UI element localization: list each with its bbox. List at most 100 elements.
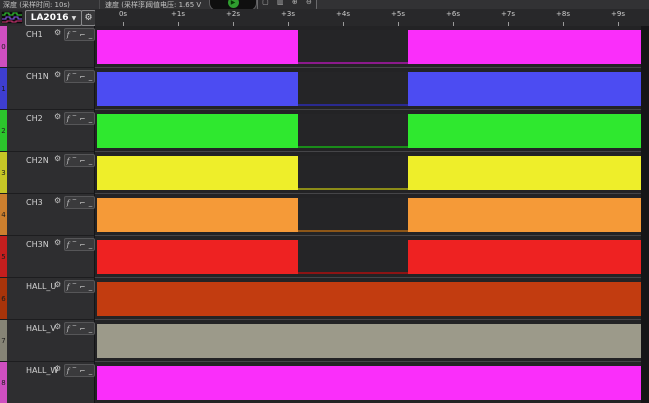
channel-settings-icon[interactable]: ⚙ bbox=[54, 364, 61, 373]
low-level-trigger-icon[interactable]: _ bbox=[89, 156, 93, 166]
channel-row-HALL_W[interactable]: 8HALL_W⚙f‾⌐_ bbox=[0, 362, 95, 403]
channel-settings-icon[interactable]: ⚙ bbox=[54, 322, 61, 331]
channel-row-HALL_U[interactable]: 6HALL_U⚙f‾⌐_ bbox=[0, 278, 95, 320]
channel-color-strip: 3 bbox=[0, 152, 7, 193]
low-level-trigger-icon[interactable]: _ bbox=[89, 114, 93, 124]
signal-high-segment bbox=[97, 240, 298, 274]
high-level-trigger-icon[interactable]: ‾ bbox=[73, 324, 77, 334]
high-level-trigger-icon[interactable]: ‾ bbox=[73, 366, 77, 376]
channel-color-strip: 6 bbox=[0, 278, 7, 319]
low-level-trigger-icon[interactable]: _ bbox=[89, 30, 93, 40]
edge-trigger-icon[interactable]: ⌐ bbox=[80, 198, 86, 208]
measure-icon[interactable]: f bbox=[67, 324, 70, 334]
tick-label: +2s bbox=[226, 10, 240, 18]
channel-color-strip: 2 bbox=[0, 110, 7, 151]
waveform-track[interactable] bbox=[97, 156, 641, 190]
channel-settings-icon[interactable]: ⚙ bbox=[54, 70, 61, 79]
tick-label: +9s bbox=[611, 10, 625, 18]
channel-row-CH2N[interactable]: 3CH2N⚙f‾⌐_ bbox=[0, 152, 95, 194]
edge-trigger-icon[interactable]: ⌐ bbox=[80, 282, 86, 292]
chevron-down-icon: ▼ bbox=[72, 15, 77, 22]
tick-label: +3s bbox=[281, 10, 295, 18]
signal-high-segment bbox=[97, 366, 641, 400]
channel-trigger-group: f‾⌐_ bbox=[64, 112, 95, 125]
channel-row-CH1N[interactable]: 1CH1N⚙f‾⌐_ bbox=[0, 68, 95, 110]
device-name: LA2016 bbox=[31, 13, 69, 23]
high-level-trigger-icon[interactable]: ‾ bbox=[73, 30, 77, 40]
low-level-trigger-icon[interactable]: _ bbox=[89, 366, 93, 376]
channel-trigger-group: f‾⌐_ bbox=[64, 238, 95, 251]
signal-high-segment bbox=[408, 156, 641, 190]
edge-trigger-icon[interactable]: ⌐ bbox=[80, 366, 86, 376]
measure-icon[interactable]: f bbox=[67, 114, 70, 124]
channel-settings-icon[interactable]: ⚙ bbox=[54, 28, 61, 37]
measure-icon[interactable]: f bbox=[67, 282, 70, 292]
signal-high-segment bbox=[408, 114, 641, 148]
channel-number: 5 bbox=[1, 253, 5, 261]
waveform-track[interactable] bbox=[97, 30, 641, 64]
measure-icon[interactable]: f bbox=[67, 198, 70, 208]
channel-row-CH2[interactable]: 2CH2⚙f‾⌐_ bbox=[0, 110, 95, 152]
waveform-row-HALL_W bbox=[95, 362, 649, 403]
signal-high-segment bbox=[408, 72, 641, 106]
high-level-trigger-icon[interactable]: ‾ bbox=[73, 72, 77, 82]
signal-high-segment bbox=[97, 30, 298, 64]
measure-icon[interactable]: f bbox=[67, 366, 70, 376]
channel-number: 0 bbox=[1, 43, 5, 51]
device-settings-button[interactable]: ⚙ bbox=[81, 10, 96, 26]
low-level-trigger-icon[interactable]: _ bbox=[89, 72, 93, 82]
edge-trigger-icon[interactable]: ⌐ bbox=[80, 324, 86, 334]
channel-row-CH3[interactable]: 4 CH3 ⚙ f‾⌐_ bbox=[0, 194, 95, 236]
channel-settings-icon[interactable]: ⚙ bbox=[54, 112, 61, 121]
timeline-ruler[interactable]: 0s+1s+2s+3s+4s+5s+6s+7s+8s+9s bbox=[95, 9, 649, 26]
high-level-trigger-icon[interactable]: ‾ bbox=[73, 198, 77, 208]
tick-label: +4s bbox=[336, 10, 350, 18]
measure-icon[interactable]: f bbox=[67, 240, 70, 250]
channel-settings-icon[interactable]: ⚙ bbox=[54, 196, 61, 205]
edge-trigger-icon[interactable]: ⌐ bbox=[80, 72, 86, 82]
app-logo-icon bbox=[1, 11, 23, 24]
edge-trigger-icon[interactable]: ⌐ bbox=[80, 30, 86, 40]
waveform-track[interactable] bbox=[97, 240, 641, 274]
channel-row-CH3N[interactable]: 5CH3N⚙f‾⌐_ bbox=[0, 236, 95, 278]
device-bar: LA2016 ▼ ⚙ bbox=[0, 9, 96, 26]
waveform-track[interactable] bbox=[97, 72, 641, 106]
edge-trigger-icon[interactable]: ⌐ bbox=[80, 240, 86, 250]
channel-label: HALL_V bbox=[26, 324, 56, 333]
high-level-trigger-icon[interactable]: ‾ bbox=[73, 282, 77, 292]
waveform-track[interactable] bbox=[97, 282, 641, 316]
channel-label: CH3 bbox=[26, 198, 43, 207]
channel-color-strip: 1 bbox=[0, 68, 7, 109]
waveform-track[interactable] bbox=[97, 198, 641, 232]
tick-label: +8s bbox=[556, 10, 570, 18]
waveform-track[interactable] bbox=[97, 366, 641, 400]
high-level-trigger-icon[interactable]: ‾ bbox=[73, 156, 77, 166]
channel-row-CH1[interactable]: 0CH1⚙f‾⌐_ bbox=[0, 26, 95, 68]
channel-settings-icon[interactable]: ⚙ bbox=[54, 280, 61, 289]
waveform-row-HALL_U bbox=[95, 278, 649, 320]
channel-trigger-group: f‾⌐_ bbox=[64, 70, 95, 83]
low-level-trigger-icon[interactable]: _ bbox=[89, 282, 93, 292]
low-level-trigger-icon[interactable]: _ bbox=[89, 324, 93, 334]
signal-low-line bbox=[298, 230, 408, 232]
channel-color-strip: 4 bbox=[0, 194, 7, 235]
edge-trigger-icon[interactable]: ⌐ bbox=[80, 156, 86, 166]
measure-icon[interactable]: f bbox=[67, 72, 70, 82]
low-level-trigger-icon[interactable]: _ bbox=[89, 198, 93, 208]
signal-low-line bbox=[298, 104, 408, 106]
channel-row-HALL_V[interactable]: 7HALL_V⚙f‾⌐_ bbox=[0, 320, 95, 362]
edge-trigger-icon[interactable]: ⌐ bbox=[80, 114, 86, 124]
channel-settings-icon[interactable]: ⚙ bbox=[54, 238, 61, 247]
high-level-trigger-icon[interactable]: ‾ bbox=[73, 240, 77, 250]
waveform-track[interactable] bbox=[97, 114, 641, 148]
signal-high-segment bbox=[97, 156, 298, 190]
waveform-track[interactable] bbox=[97, 324, 641, 358]
channel-number: 8 bbox=[1, 379, 5, 387]
device-selector-dropdown[interactable]: LA2016 ▼ bbox=[25, 10, 82, 26]
channel-settings-icon[interactable]: ⚙ bbox=[54, 154, 61, 163]
measure-icon[interactable]: f bbox=[67, 156, 70, 166]
high-level-trigger-icon[interactable]: ‾ bbox=[73, 114, 77, 124]
low-level-trigger-icon[interactable]: _ bbox=[89, 240, 93, 250]
measure-icon[interactable]: f bbox=[67, 30, 70, 40]
waveform-row-CH1N bbox=[95, 68, 649, 110]
